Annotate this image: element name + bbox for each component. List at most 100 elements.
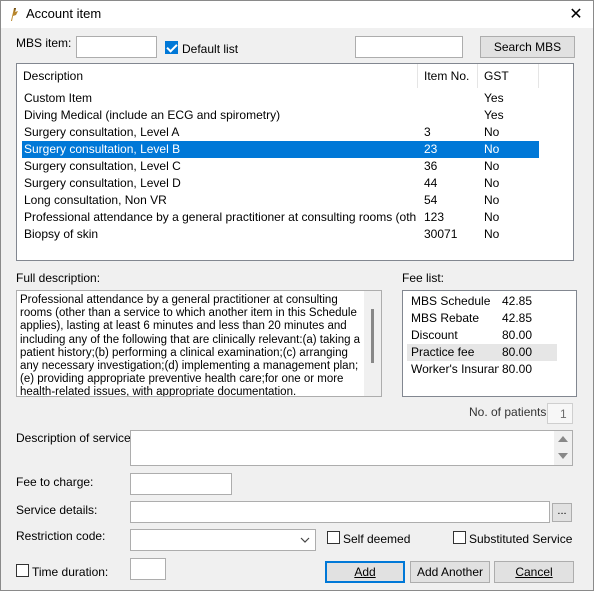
- listview-header: Description Item No. GST: [17, 64, 573, 88]
- fee-to-charge-input[interactable]: [130, 473, 232, 495]
- list-cell-gst: No: [484, 142, 500, 156]
- fee-listbox[interactable]: MBS Schedule 42.85 MBS Rebate 42.85 Discount…: [402, 290, 577, 397]
- fee-list-item[interactable]: Practice fee 80.00: [407, 344, 557, 361]
- fee-list-item[interactable]: Discount 80.00: [407, 327, 557, 344]
- fee-name: Practice fee: [411, 345, 475, 359]
- fee-name: MBS Schedule: [411, 294, 491, 308]
- list-cell-no: 30071: [424, 227, 458, 241]
- list-cell-desc: Surgery consultation, Level D: [24, 176, 181, 190]
- fee-list-label: Fee list:: [402, 271, 445, 285]
- fee-to-charge-label: Fee to charge:: [16, 475, 94, 489]
- full-description-text: Professional attendance by a general pra…: [20, 294, 361, 397]
- scroll-down-icon[interactable]: [558, 453, 568, 459]
- fee-list-item[interactable]: Worker's Insurance80.00: [407, 361, 557, 378]
- list-cell-gst: No: [484, 193, 500, 207]
- column-header-gst[interactable]: GST: [478, 64, 539, 88]
- scroll-up-icon[interactable]: [558, 436, 568, 442]
- list-cell-desc: Surgery consultation, Level B: [24, 142, 181, 156]
- time-duration-label: Time duration:: [32, 565, 109, 579]
- list-cell-no: 123: [424, 210, 445, 224]
- default-list-label: Default list: [182, 42, 239, 56]
- full-description-label: Full description:: [16, 271, 101, 285]
- window-title: Account item: [26, 6, 102, 21]
- description-of-service-label: Description of service:: [16, 431, 135, 445]
- cancel-button[interactable]: Cancel: [494, 561, 574, 583]
- patients-input[interactable]: 1: [547, 403, 573, 424]
- add-another-button[interactable]: Add Another: [410, 561, 490, 583]
- restriction-code-label: Restriction code:: [16, 529, 106, 543]
- time-duration-checkbox[interactable]: [16, 564, 29, 577]
- list-item[interactable]: Surgery consultation, Level B 23 No: [22, 141, 539, 158]
- fee-list-item[interactable]: MBS Schedule 42.85: [407, 293, 557, 310]
- chevron-down-icon: [300, 537, 310, 543]
- fee-value: 42.85: [502, 311, 533, 325]
- mbs-item-input[interactable]: [76, 36, 157, 58]
- fee-value: 80.00: [502, 328, 533, 342]
- full-description-textbox[interactable]: Professional attendance by a general pra…: [16, 290, 382, 397]
- list-cell-gst: No: [484, 210, 500, 224]
- list-cell-gst: No: [484, 176, 500, 190]
- list-cell-no: 54: [424, 193, 438, 207]
- add-label: Add: [354, 565, 376, 579]
- add-another-label: Add Another: [416, 565, 484, 579]
- self-deemed-checkbox[interactable]: [327, 531, 340, 544]
- list-item[interactable]: Biopsy of skin 30071 No: [17, 226, 539, 243]
- list-item[interactable]: Diving Medical (include an ECG and spiro…: [17, 107, 539, 124]
- fee-value: 42.85: [502, 294, 533, 308]
- list-cell-gst: No: [484, 227, 500, 241]
- mbs-item-label: MBS item:: [16, 36, 72, 50]
- list-cell-gst: No: [484, 125, 500, 139]
- list-cell-desc: Surgery consultation, Level C: [24, 159, 181, 173]
- list-cell-gst: Yes: [484, 91, 504, 105]
- list-cell-desc: Surgery consultation, Level A: [24, 125, 180, 139]
- time-duration-input[interactable]: [130, 558, 166, 580]
- list-cell-gst: No: [484, 159, 500, 173]
- scrollbar-thumb[interactable]: [371, 309, 374, 363]
- app-logo-icon: [11, 8, 18, 21]
- list-item[interactable]: Long consultation, Non VR 54 No: [17, 192, 539, 209]
- substituted-service-checkbox[interactable]: [453, 531, 466, 544]
- list-cell-desc: Long consultation, Non VR: [24, 193, 167, 207]
- default-list-checkbox[interactable]: [165, 41, 178, 54]
- service-details-label: Service details:: [16, 503, 98, 517]
- list-item[interactable]: Custom Item Yes: [17, 90, 539, 107]
- cancel-label: Cancel: [515, 565, 553, 579]
- restriction-code-select[interactable]: [130, 529, 316, 551]
- list-cell-desc: Custom Item: [24, 91, 93, 105]
- list-item[interactable]: Surgery consultation, Level A 3 No: [17, 124, 539, 141]
- fee-name: Discount: [411, 328, 458, 342]
- self-deemed-label: Self deemed: [343, 532, 411, 546]
- add-button[interactable]: Add: [325, 561, 405, 583]
- list-cell-no: 44: [424, 176, 438, 190]
- fee-value: 80.00: [502, 362, 533, 376]
- column-header-description[interactable]: Description: [17, 64, 418, 88]
- description-of-service-input[interactable]: [130, 430, 573, 466]
- list-cell-no: 36: [424, 159, 438, 173]
- column-header-item-no[interactable]: Item No.: [418, 64, 478, 88]
- list-cell-no: 3: [424, 125, 431, 139]
- fee-value: 80.00: [502, 345, 533, 359]
- full-description-scrollbar[interactable]: [364, 291, 381, 396]
- search-mbs-button[interactable]: Search MBS: [480, 36, 575, 58]
- fee-name: Worker's Insurance: [411, 362, 499, 376]
- mbs-search-input[interactable]: [355, 36, 463, 58]
- search-mbs-label: Search MBS: [493, 40, 562, 54]
- list-cell-desc: Professional attendance by a general pra…: [24, 210, 416, 224]
- list-cell-desc: Diving Medical (include an ECG and spiro…: [24, 108, 281, 122]
- service-details-browse-button[interactable]: ...: [552, 503, 572, 522]
- fee-list-item[interactable]: MBS Rebate 42.85: [407, 310, 557, 327]
- close-button[interactable]: ✕: [559, 1, 593, 28]
- list-item[interactable]: Professional attendance by a general pra…: [17, 209, 539, 226]
- close-icon: ✕: [569, 6, 583, 23]
- fee-name: MBS Rebate: [411, 311, 480, 325]
- list-cell-gst: Yes: [484, 108, 504, 122]
- description-spinner[interactable]: [554, 431, 572, 465]
- list-cell-desc: Biopsy of skin: [24, 227, 99, 241]
- substituted-service-label: Substituted Service: [469, 532, 573, 546]
- account-item-dialog: Account item ✕ MBS item: Default list Se…: [0, 0, 594, 591]
- list-item[interactable]: Surgery consultation, Level C 36 No: [17, 158, 539, 175]
- list-item[interactable]: Surgery consultation, Level D 44 No: [17, 175, 539, 192]
- patients-label: No. of patients:: [469, 405, 550, 419]
- items-listview[interactable]: Description Item No. GST Custom Item Yes D…: [16, 63, 574, 261]
- service-details-input[interactable]: [130, 501, 550, 523]
